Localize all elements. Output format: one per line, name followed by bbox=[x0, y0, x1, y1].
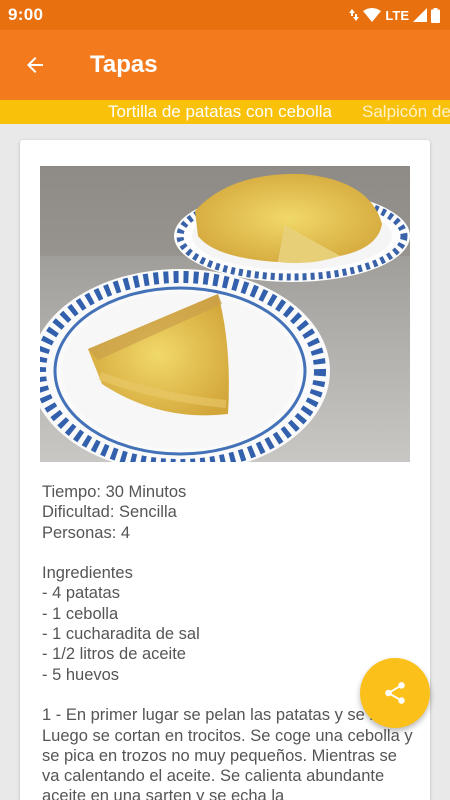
recipe-difficulty: Dificultad: Sencilla bbox=[42, 503, 177, 522]
data-arrows-icon bbox=[349, 9, 360, 21]
recipe-steps: 1 - En primer lugar se pelan las patatas… bbox=[42, 706, 414, 800]
status-icons: LTE bbox=[349, 7, 440, 23]
battery-icon bbox=[431, 7, 440, 23]
share-icon bbox=[385, 682, 405, 704]
app-bar: Tapas bbox=[0, 30, 450, 100]
ingredient-item: - 1 cebolla bbox=[42, 604, 119, 623]
back-button[interactable] bbox=[0, 30, 70, 100]
ingredient-item: - 5 huevos bbox=[42, 665, 120, 684]
tab-salpicon[interactable]: Salpicón de bbox=[362, 102, 450, 122]
ingredient-item: - 1 cucharadita de sal bbox=[42, 625, 200, 644]
recipe-photo bbox=[40, 166, 410, 462]
status-bar: 9:00 LTE bbox=[0, 0, 450, 30]
page-title: Tapas bbox=[90, 51, 158, 78]
network-type: LTE bbox=[385, 7, 409, 23]
signal-icon bbox=[413, 8, 427, 22]
recipe-body: Tiempo: 30 Minutos Dificultad: Sencilla … bbox=[42, 482, 414, 800]
status-time: 9:00 bbox=[8, 5, 44, 24]
wifi-icon bbox=[363, 8, 382, 22]
recipe-tab-strip: Tortilla de patatas con cebolla Salpicón… bbox=[0, 100, 450, 124]
arrow-back-icon bbox=[27, 57, 43, 73]
recipe-servings: Personas: 4 bbox=[42, 523, 131, 542]
share-button[interactable] bbox=[360, 658, 430, 728]
ingredient-item: - 1/2 litros de aceite bbox=[42, 645, 186, 664]
recipe-time: Tiempo: 30 Minutos bbox=[42, 483, 187, 501]
ingredient-item: - 4 patatas bbox=[42, 584, 120, 603]
ingredients-heading: Ingredientes bbox=[42, 564, 133, 583]
tab-tortilla-de-patatas[interactable]: Tortilla de patatas con cebolla bbox=[108, 102, 332, 122]
